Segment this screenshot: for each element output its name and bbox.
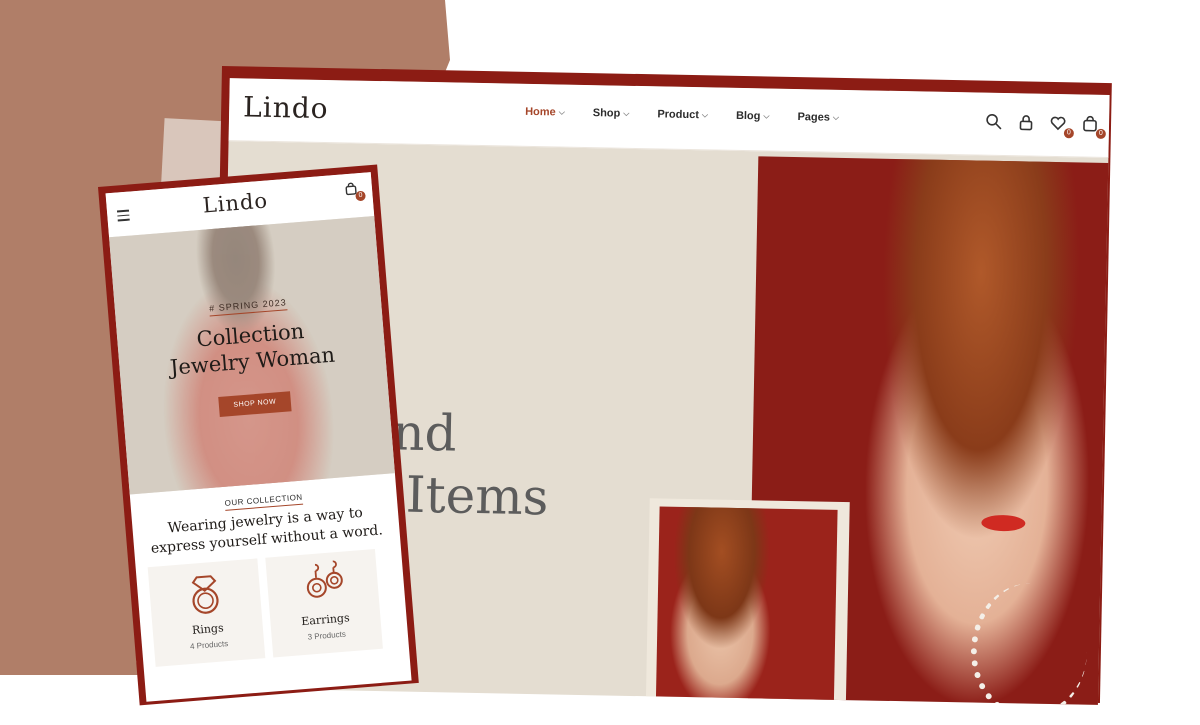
collection-label-text: OUR COLLECTION bbox=[224, 493, 303, 511]
nav-item-label: Home bbox=[525, 106, 556, 119]
chevron-down-icon: ⌵ bbox=[702, 110, 708, 120]
header-icons: 0 0 bbox=[985, 113, 1101, 135]
main-nav: Home⌵ Shop⌵ Product⌵ Blog⌵ Pages⌵ bbox=[525, 106, 839, 124]
nav-item-label: Pages bbox=[797, 111, 830, 124]
ring-icon bbox=[186, 569, 223, 616]
category-card-rings[interactable]: Rings 4 Products bbox=[148, 558, 266, 666]
nav-item-label: Shop bbox=[593, 107, 621, 120]
cart-icon[interactable]: 0 bbox=[343, 181, 360, 198]
nav-item-label: Blog bbox=[736, 110, 761, 122]
category-cards: Rings 4 Products Earrings 3 Products bbox=[148, 548, 397, 667]
nav-item-shop[interactable]: Shop⌵ bbox=[593, 107, 630, 120]
menu-icon[interactable] bbox=[117, 210, 130, 224]
cart-icon[interactable]: 0 bbox=[1081, 115, 1101, 135]
nav-item-pages[interactable]: Pages⌵ bbox=[797, 111, 839, 124]
mobile-site-logo[interactable]: Lindo bbox=[202, 188, 269, 217]
nav-item-home[interactable]: Home⌵ bbox=[525, 106, 565, 119]
earrings-icon bbox=[304, 559, 347, 606]
chevron-down-icon: ⌵ bbox=[623, 109, 629, 119]
chevron-down-icon: ⌵ bbox=[833, 113, 839, 123]
category-count: 4 Products bbox=[154, 636, 264, 654]
chevron-down-icon: ⌵ bbox=[763, 111, 769, 121]
cart-count-badge: 0 bbox=[1096, 129, 1106, 139]
nav-item-label: Product bbox=[657, 108, 699, 121]
search-icon[interactable] bbox=[985, 113, 1005, 133]
site-logo[interactable]: Lindo bbox=[243, 90, 329, 125]
nav-item-product[interactable]: Product⌵ bbox=[657, 108, 708, 121]
heart-icon[interactable]: 0 bbox=[1049, 114, 1069, 134]
category-count: 3 Products bbox=[272, 627, 382, 645]
wishlist-count-badge: 0 bbox=[1064, 128, 1074, 138]
secondary-portrait-image bbox=[656, 506, 800, 704]
mobile-mockup: Lindo 0 # SPRING 2023 Collection Jewelry… bbox=[98, 165, 419, 706]
lock-icon[interactable] bbox=[1017, 113, 1037, 133]
mobile-cart-count-badge: 0 bbox=[355, 191, 366, 202]
category-card-earrings[interactable]: Earrings 3 Products bbox=[265, 549, 383, 657]
mobile-screen: Lindo 0 # SPRING 2023 Collection Jewelry… bbox=[106, 172, 412, 702]
chevron-down-icon: ⌵ bbox=[559, 107, 565, 117]
nav-item-blog[interactable]: Blog⌵ bbox=[736, 110, 770, 123]
